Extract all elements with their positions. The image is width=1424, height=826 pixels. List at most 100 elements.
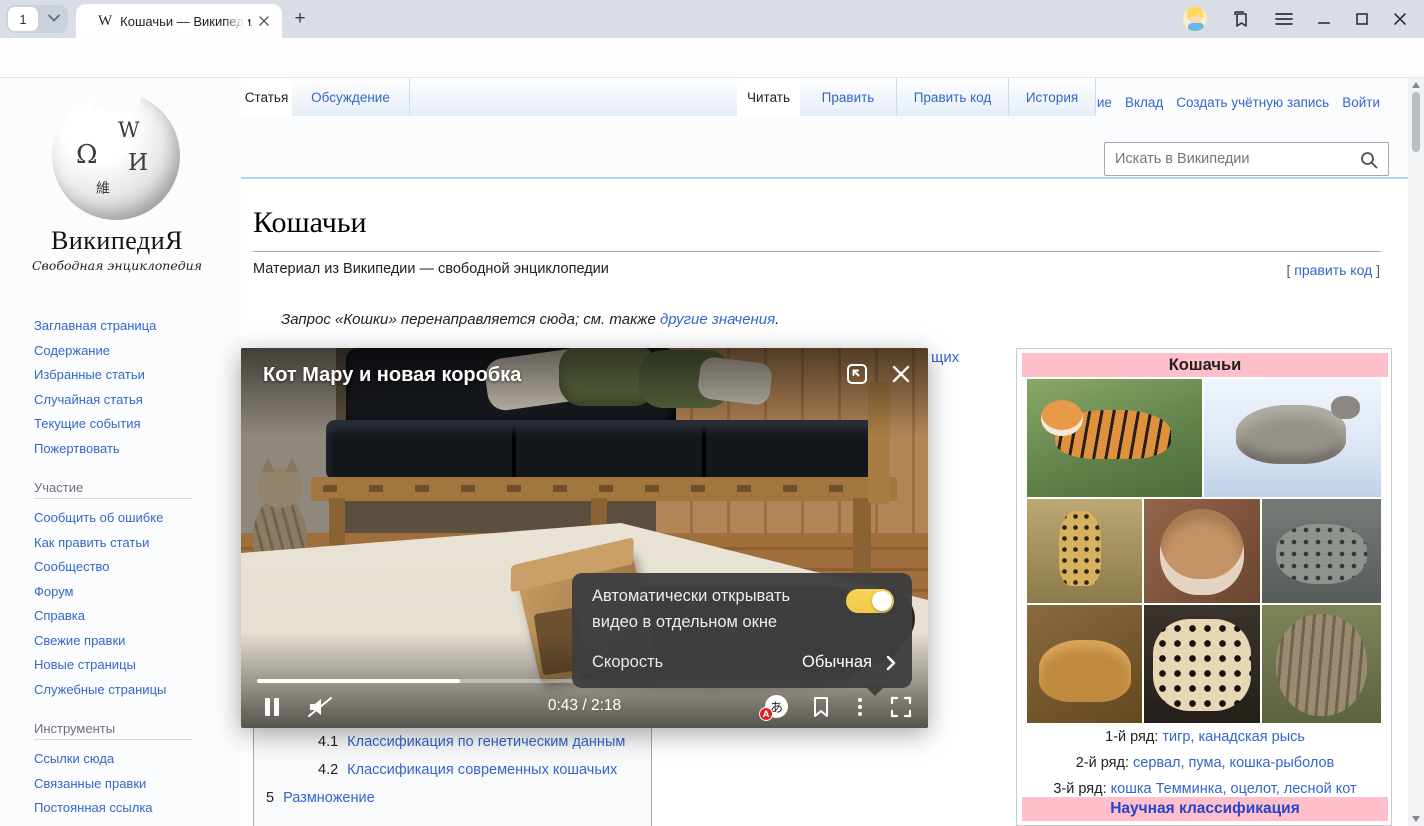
caption-links[interactable]: кошка Темминка, оцелот, лесной кот — [1111, 781, 1357, 797]
sidebar-link[interactable]: Сообщить об ошибке — [34, 510, 163, 525]
scroll-up-arrow[interactable] — [1412, 82, 1420, 88]
browser-tab-strip: 1 W Кошачьи — Википедия + — [0, 0, 1424, 38]
window-close-icon[interactable] — [1392, 11, 1408, 27]
sidebar-link[interactable]: Свежие правки — [34, 633, 125, 648]
toc-link[interactable]: Размножение — [283, 790, 375, 806]
caption-links[interactable]: тигр, канадская рысь — [1162, 729, 1305, 745]
video-bookmark-icon[interactable] — [812, 696, 830, 718]
sidebar-link[interactable]: Содержание — [34, 343, 110, 358]
chevron-down-icon[interactable] — [48, 14, 60, 22]
sidebar-link[interactable]: Справка — [34, 608, 85, 623]
tab-history[interactable]: История — [1009, 78, 1096, 116]
translate-video-icon[interactable]: あA — [765, 695, 788, 718]
sidebar-link[interactable]: Случайная статья — [34, 392, 143, 407]
sidebar-item[interactable]: Текущие события — [34, 412, 220, 437]
sidebar-link[interactable]: Новые страницы — [34, 657, 136, 672]
sidebar-item[interactable]: Избранные статьи — [34, 363, 220, 388]
tab-article[interactable]: Статья — [241, 78, 292, 116]
create-account-link[interactable]: Создать учётную запись — [1176, 95, 1329, 110]
caption-links[interactable]: сервал, пума, кошка-рыболов — [1133, 755, 1334, 771]
sidebar-link[interactable]: Как править статьи — [34, 535, 149, 550]
toc-link[interactable]: Классификация по генетическим данным — [347, 734, 625, 750]
toc-item[interactable]: 5Размножение — [266, 790, 375, 806]
minimize-icon[interactable] — [1316, 11, 1332, 27]
sidebar-item[interactable]: Новые страницы — [34, 653, 220, 678]
scroll-down-arrow[interactable] — [1412, 816, 1420, 822]
sidebar-link[interactable]: Пожертвовать — [34, 441, 120, 456]
tab-count-badge[interactable]: 1 — [8, 7, 38, 31]
sidebar-link[interactable]: Избранные статьи — [34, 367, 145, 382]
edit-source-link[interactable]: править код — [1294, 262, 1372, 278]
alice-avatar-icon[interactable] — [1182, 6, 1208, 32]
sidebar-item[interactable]: Форум — [34, 580, 220, 605]
infobox-image-wildcat[interactable] — [1262, 605, 1381, 723]
sidebar-item[interactable]: Заглавная страница — [34, 314, 220, 339]
page-scrollbar[interactable] — [1408, 78, 1424, 826]
sidebar-link[interactable]: Ссылки сюда — [34, 751, 114, 766]
browser-tab-active[interactable]: W Кошачьи — Википедия — [76, 4, 282, 38]
wiki-search-box[interactable] — [1104, 142, 1389, 176]
search-icon[interactable] — [1360, 151, 1378, 169]
sidebar-link[interactable]: Текущие события — [34, 416, 141, 431]
tab-talk[interactable]: Обсуждение — [292, 78, 410, 116]
sidebar-item[interactable]: Связанные правки — [34, 772, 220, 797]
clipped-article-text[interactable]: щих — [931, 349, 959, 366]
sidebar-item[interactable]: Постоянная ссылка — [34, 796, 220, 821]
infobox-image-puma[interactable] — [1144, 499, 1260, 603]
picture-in-picture-icon[interactable] — [844, 361, 870, 387]
scientific-classification-link[interactable]: Научная классификация — [1022, 797, 1388, 821]
sidebar-item[interactable]: Содержание — [34, 339, 220, 364]
side-panels-icon[interactable] — [1230, 8, 1252, 30]
sidebar-item[interactable]: Случайная статья — [34, 388, 220, 413]
new-tab-button[interactable]: + — [288, 7, 312, 31]
video-player[interactable]: Кот Мару и новая коробка 0:43 / 2:18 あA … — [241, 348, 928, 728]
bracket: ] — [1376, 262, 1380, 278]
infobox-image-serval[interactable] — [1027, 499, 1142, 603]
sidebar-item[interactable]: Пожертвовать — [34, 437, 220, 462]
sidebar-link[interactable]: Форум — [34, 584, 74, 599]
sidebar-item[interactable]: Как править статьи — [34, 531, 220, 556]
infobox-image-temminck-cat[interactable] — [1027, 605, 1142, 723]
video-more-icon[interactable] — [854, 696, 866, 718]
infobox-image-fishing-cat[interactable] — [1262, 499, 1381, 603]
sidebar-link[interactable]: Служебные страницы — [34, 682, 166, 697]
chevron-right-icon[interactable] — [886, 655, 896, 671]
sidebar-link[interactable]: Постоянная ссылка — [34, 800, 153, 815]
autoplay-toggle[interactable] — [846, 589, 894, 613]
tab-group-button[interactable]: 1 — [6, 5, 68, 33]
tab-read[interactable]: Читать — [737, 78, 800, 116]
toc-item[interactable]: 4.2Классификация современных кошачьих — [318, 762, 617, 778]
sidebar-link[interactable]: Заглавная страница — [34, 318, 156, 333]
wiki-search-input[interactable] — [1115, 147, 1345, 171]
tab-edit-label[interactable]: Править — [822, 90, 875, 105]
tab-talk-label[interactable]: Обсуждение — [311, 90, 390, 105]
fullscreen-icon[interactable] — [890, 696, 912, 718]
sidebar-item[interactable]: Сообщество — [34, 555, 220, 580]
menu-icon[interactable] — [1274, 11, 1294, 27]
maximize-icon[interactable] — [1354, 11, 1370, 27]
sidebar-item[interactable]: Свежие правки — [34, 629, 220, 654]
sidebar-item[interactable]: Сообщить об ошибке — [34, 506, 220, 531]
scrollbar-thumb[interactable] — [1412, 92, 1420, 152]
tab-history-label[interactable]: История — [1026, 90, 1078, 105]
login-link[interactable]: Войти — [1342, 95, 1380, 110]
sidebar-item[interactable]: Справка — [34, 604, 220, 629]
tab-edit-source-label[interactable]: Править код — [914, 90, 992, 105]
speed-value[interactable]: Обычная — [802, 653, 872, 672]
personal-contrib-link[interactable]: Вклад — [1125, 95, 1163, 110]
tab-close-icon[interactable] — [256, 13, 272, 29]
sidebar-link[interactable]: Связанные правки — [34, 776, 146, 791]
sidebar-item[interactable]: Служебные страницы — [34, 678, 220, 703]
video-close-icon[interactable] — [888, 361, 914, 387]
toc-item[interactable]: 4.1Классификация по генетическим данным — [318, 734, 625, 750]
sidebar-item[interactable]: Ссылки сюда — [34, 747, 220, 772]
infobox-image-ocelot[interactable] — [1144, 605, 1260, 723]
toc-link[interactable]: Классификация современных кошачьих — [347, 762, 617, 778]
tab-edit-source[interactable]: Править код — [897, 78, 1009, 116]
tab-edit[interactable]: Править — [800, 78, 897, 116]
wikipedia-logo[interactable]: Ω W И 維 ВикипедиЯ Свободная энциклопедия — [22, 86, 212, 286]
hatnote-link[interactable]: другие значения — [660, 311, 775, 328]
sidebar-link[interactable]: Сообщество — [34, 559, 110, 574]
infobox-image-tiger[interactable] — [1027, 379, 1202, 497]
infobox-image-canada-lynx[interactable] — [1204, 379, 1381, 497]
